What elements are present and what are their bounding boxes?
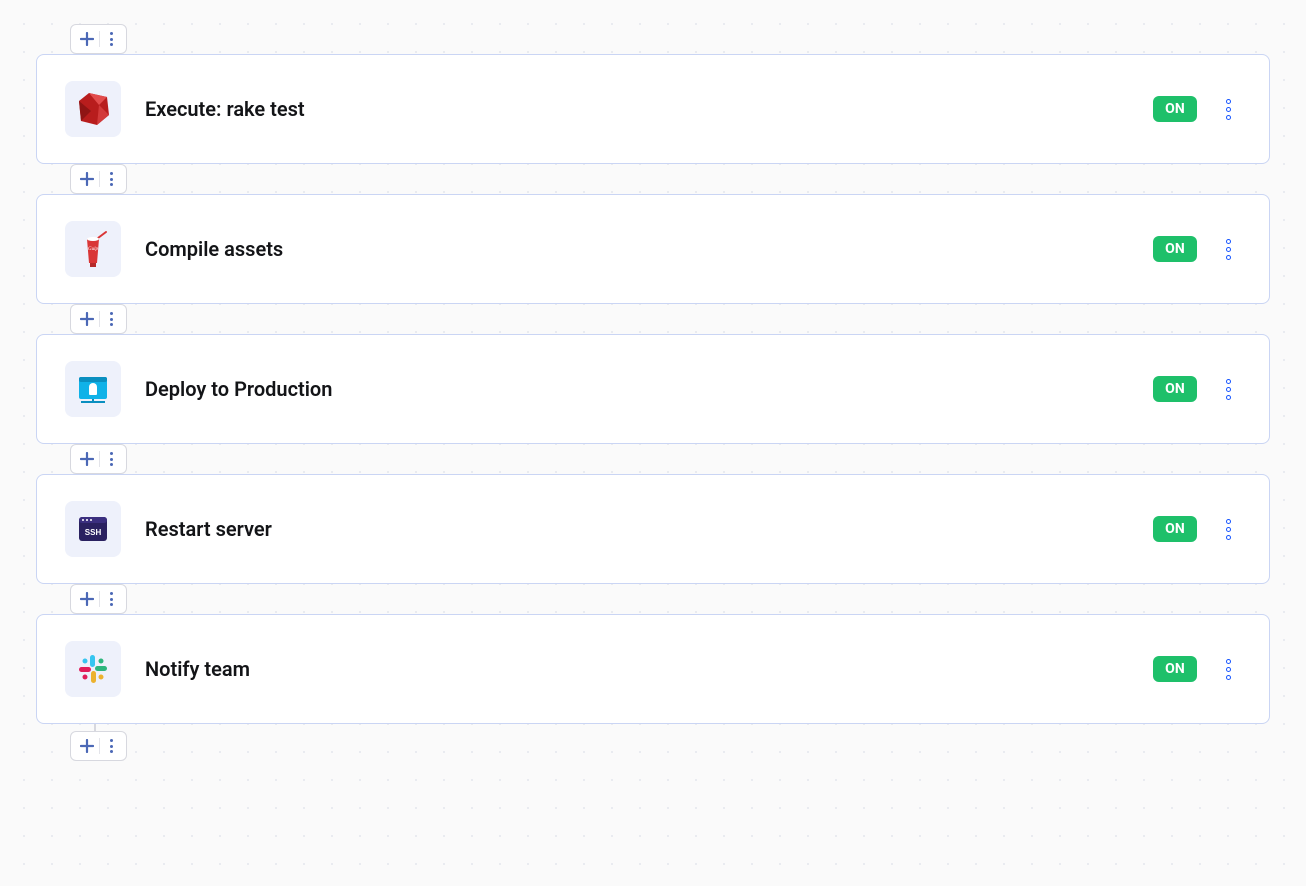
plus-icon	[80, 452, 94, 466]
connector	[36, 24, 1270, 54]
connector	[36, 444, 1270, 474]
plus-icon	[80, 172, 94, 186]
ssh-icon: SSH	[73, 509, 113, 549]
gulp-icon: Gulp	[73, 229, 113, 269]
deploy-icon	[73, 369, 113, 409]
kebab-icon	[110, 32, 113, 46]
step-icon-box: Gulp	[65, 221, 121, 277]
kebab-icon	[110, 452, 113, 466]
pipeline-step[interactable]: SSH Restart server ON	[36, 474, 1270, 584]
add-step-control	[70, 24, 127, 54]
step-menu-button[interactable]	[1215, 519, 1241, 540]
add-step-control	[70, 444, 127, 474]
add-step-control	[70, 731, 127, 761]
add-step-menu[interactable]	[100, 27, 122, 51]
pipeline-step[interactable]: Execute: rake test ON	[36, 54, 1270, 164]
add-step-menu[interactable]	[100, 587, 122, 611]
plus-icon	[80, 592, 94, 606]
ruby-icon	[73, 89, 113, 129]
status-toggle[interactable]: ON	[1153, 656, 1197, 682]
plus-icon	[80, 32, 94, 46]
step-icon-box: SSH	[65, 501, 121, 557]
slack-icon	[73, 649, 113, 689]
kebab-icon	[110, 172, 113, 186]
step-menu-button[interactable]	[1215, 99, 1241, 120]
add-step-button[interactable]	[75, 734, 99, 758]
plus-icon	[80, 739, 94, 753]
pipeline: Execute: rake test ON Gulp Comp	[36, 24, 1270, 768]
add-step-menu[interactable]	[100, 734, 122, 758]
add-step-button[interactable]	[75, 587, 99, 611]
step-title: Restart server	[145, 517, 1153, 541]
connector	[36, 584, 1270, 614]
step-icon-box	[65, 641, 121, 697]
connector	[36, 724, 1270, 768]
pipeline-step[interactable]: Notify team ON	[36, 614, 1270, 724]
step-title: Deploy to Production	[145, 377, 1153, 401]
add-step-menu[interactable]	[100, 447, 122, 471]
step-icon-box	[65, 361, 121, 417]
add-step-control	[70, 584, 127, 614]
add-step-button[interactable]	[75, 27, 99, 51]
status-toggle[interactable]: ON	[1153, 376, 1197, 402]
add-step-menu[interactable]	[100, 307, 122, 331]
add-step-button[interactable]	[75, 167, 99, 191]
status-toggle[interactable]: ON	[1153, 516, 1197, 542]
add-step-control	[70, 164, 127, 194]
svg-text:SSH: SSH	[85, 528, 102, 537]
step-menu-button[interactable]	[1215, 239, 1241, 260]
pipeline-step[interactable]: Gulp Compile assets ON	[36, 194, 1270, 304]
pipeline-step[interactable]: Deploy to Production ON	[36, 334, 1270, 444]
add-step-button[interactable]	[75, 307, 99, 331]
kebab-icon	[110, 739, 113, 753]
plus-icon	[80, 312, 94, 326]
add-step-button[interactable]	[75, 447, 99, 471]
status-toggle[interactable]: ON	[1153, 236, 1197, 262]
status-toggle[interactable]: ON	[1153, 96, 1197, 122]
step-title: Execute: rake test	[145, 97, 1153, 121]
step-menu-button[interactable]	[1215, 659, 1241, 680]
step-menu-button[interactable]	[1215, 379, 1241, 400]
step-title: Notify team	[145, 657, 1153, 681]
svg-text:Gulp: Gulp	[88, 247, 99, 252]
step-icon-box	[65, 81, 121, 137]
step-title: Compile assets	[145, 237, 1153, 261]
kebab-icon	[110, 592, 113, 606]
kebab-icon	[110, 312, 113, 326]
add-step-control	[70, 304, 127, 334]
connector	[36, 164, 1270, 194]
connector	[36, 304, 1270, 334]
add-step-menu[interactable]	[100, 167, 122, 191]
